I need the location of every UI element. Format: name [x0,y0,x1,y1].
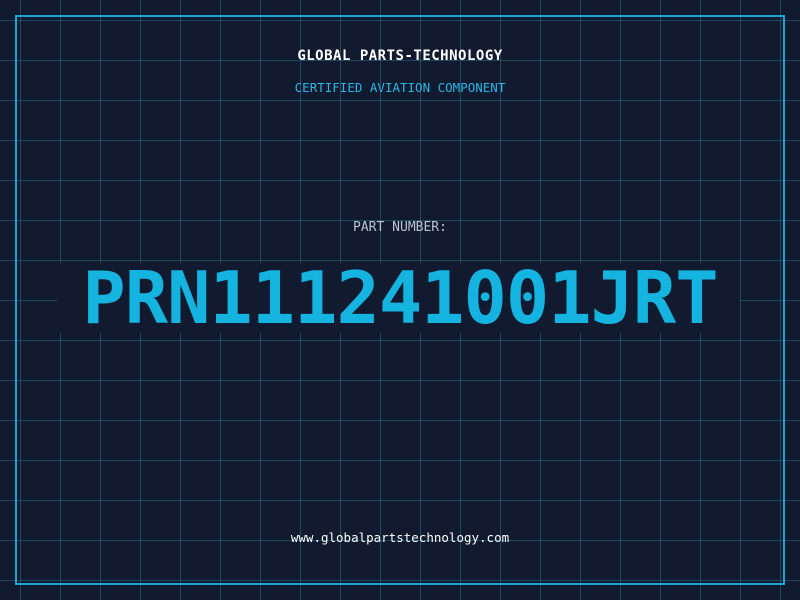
company-name: GLOBAL PARTS-TECHNOLOGY [297,48,503,64]
part-number-value: PRN111241001JRT [82,256,718,340]
part-number-label: PART NUMBER: [353,220,447,235]
certification-subtitle: CERTIFIED AVIATION COMPONENT [294,80,506,95]
label-canvas: GLOBAL PARTS-TECHNOLOGY CERTIFIED AVIATI… [0,0,800,600]
website-url: www.globalpartstechnology.com [290,530,510,545]
